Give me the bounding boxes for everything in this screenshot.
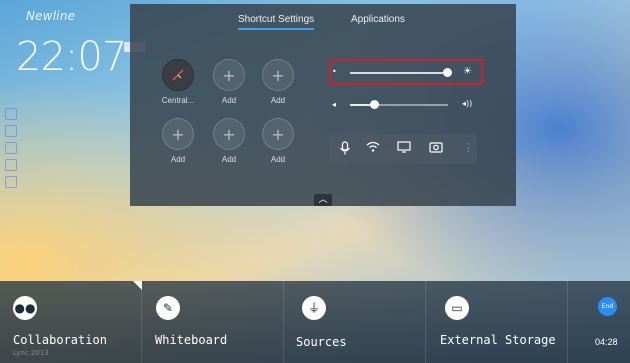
brightness-knob[interactable] <box>443 68 452 77</box>
whiteboard-icon: ✎ <box>156 296 180 320</box>
shortcut-label: Add <box>270 155 286 164</box>
more-icon[interactable]: ⋮ <box>463 141 474 154</box>
taskbar-item-whiteboard[interactable]: ✎ Whiteboard <box>142 281 284 363</box>
brightness-slider[interactable] <box>350 72 448 74</box>
shortcut-label: Add <box>221 96 237 105</box>
shortcut-label: Central... <box>161 96 195 105</box>
shortcut-central[interactable]: Central... <box>158 59 198 105</box>
brightness-high-icon: ☀ <box>463 66 472 77</box>
shortcut-panel: Shortcut Settings Applications Central..… <box>130 4 516 206</box>
volume-knob[interactable] <box>370 100 379 109</box>
taskbar-item-label: Whiteboard <box>155 333 228 347</box>
collaboration-icon: ●● <box>13 296 37 320</box>
pen-icon[interactable] <box>5 108 17 120</box>
shortcut-add[interactable]: + Add <box>209 59 249 105</box>
taskbar-item-label: Collaboration <box>13 333 107 347</box>
volume-low-icon: ◂ <box>332 100 337 109</box>
storage-icon: ▭ <box>445 296 469 320</box>
shortcut-add[interactable]: + Add <box>209 118 249 164</box>
home-icon[interactable] <box>5 142 17 154</box>
shortcut-label: Add <box>270 96 286 105</box>
panel-tabs: Shortcut Settings Applications <box>130 14 516 34</box>
collapse-panel-button[interactable]: ︿ <box>314 194 332 206</box>
taskbar-item-sublabel: Lync 2013 <box>13 349 49 357</box>
edit-icon[interactable] <box>5 125 17 137</box>
taskbar-item-external-storage[interactable]: ▭ External Storage <box>426 281 568 363</box>
screenshot-icon[interactable] <box>429 141 443 156</box>
tab-shortcut-settings[interactable]: Shortcut Settings <box>238 14 315 30</box>
volume-high-icon: ◂)) <box>462 99 473 108</box>
plus-icon: + <box>262 59 294 91</box>
quick-toggles: ⋮ <box>329 134 477 164</box>
left-tool-icons <box>5 108 17 193</box>
plus-icon: + <box>213 118 245 150</box>
taskbar-item-label: Sources <box>296 335 347 349</box>
newline-logo: Newline <box>26 9 76 23</box>
cloud-icon[interactable] <box>5 159 17 171</box>
brightness-low-icon: • <box>332 67 337 76</box>
active-indicator-notch <box>133 281 142 290</box>
plus-icon: + <box>262 118 294 150</box>
taskbar-item-collaboration[interactable]: ●● Collaboration Lync 2013 <box>0 281 142 363</box>
folder-icon[interactable] <box>5 176 17 188</box>
shortcut-label: Add <box>221 155 237 164</box>
shortcut-label: Add <box>170 155 186 164</box>
clock-icon <box>162 59 194 91</box>
taskbar-item-sources[interactable]: ⏚ Sources <box>284 281 426 363</box>
plus-icon: + <box>162 118 194 150</box>
shortcut-add[interactable]: + Add <box>258 59 298 105</box>
end-button[interactable]: End <box>598 297 617 316</box>
clock-time: 22:07 <box>16 34 127 80</box>
sources-icon: ⏚ <box>302 296 326 320</box>
shortcut-add[interactable]: + Add <box>258 118 298 164</box>
shortcut-add[interactable]: + Add <box>158 118 198 164</box>
taskbar: ●● Collaboration Lync 2013 ✎ Whiteboard … <box>0 281 630 363</box>
screen-cast-icon[interactable] <box>397 141 411 156</box>
taskbar-item-label: External Storage <box>440 333 556 347</box>
microphone-icon[interactable] <box>339 141 351 158</box>
tab-applications[interactable]: Applications <box>351 14 405 25</box>
wifi-icon[interactable] <box>366 141 380 156</box>
session-timer: 04:28 <box>595 337 618 347</box>
plus-icon: + <box>213 59 245 91</box>
